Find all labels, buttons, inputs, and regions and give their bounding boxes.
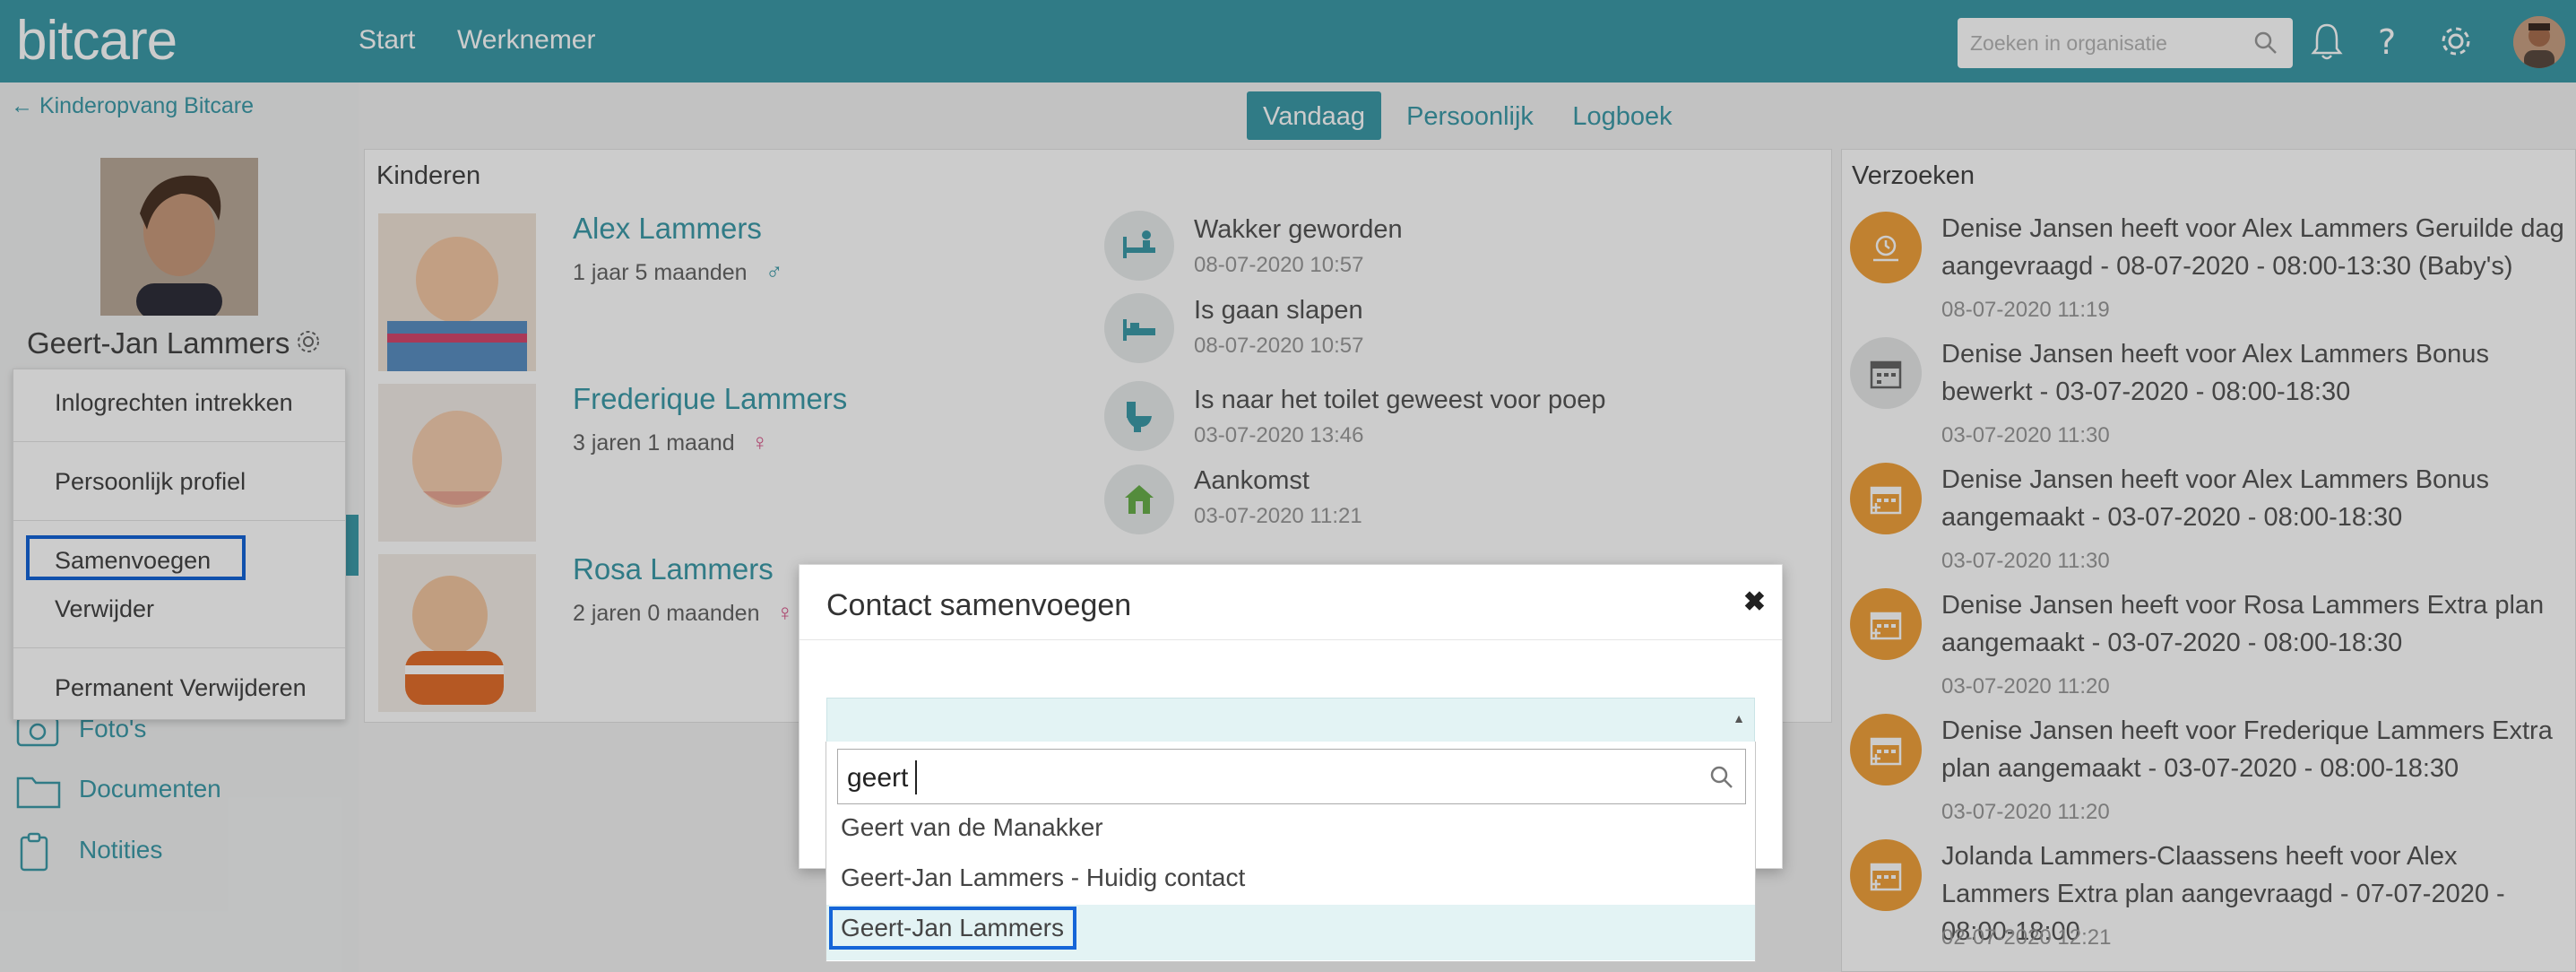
request-time: 03-07-2020 11:20	[1941, 800, 2110, 824]
child-age-rosa: 2 jaren 0 maanden	[573, 601, 760, 626]
request-text[interactable]: Denise Jansen heeft voor Alex Lammers Ge…	[1941, 210, 2569, 285]
activity-icon	[1104, 464, 1174, 534]
bitcare-logo[interactable]: bitcare	[16, 9, 177, 73]
activity-time: 03-07-2020 11:21	[1194, 504, 1362, 528]
kinderen-title: Kinderen	[376, 161, 481, 190]
activity-icon	[1104, 293, 1174, 363]
search-placeholder: Zoeken in organisatie	[1970, 31, 2167, 55]
samenvoegen-highlight-box	[26, 535, 246, 580]
clock-swap-icon	[1873, 235, 1898, 262]
request-icon	[1850, 337, 1922, 409]
calendar-edit-icon	[1870, 360, 1902, 389]
contact-search-value: geert	[847, 763, 909, 793]
request-time: 03-07-2020 11:30	[1941, 549, 2110, 573]
settings-gear-icon[interactable]	[2436, 22, 2476, 61]
request-icon	[1850, 839, 1922, 911]
request-icon	[1850, 463, 1922, 534]
search-icon	[2254, 31, 2277, 54]
child-name-rosa[interactable]: Rosa Lammers	[573, 552, 774, 586]
menu-item-permanent-verwijderen[interactable]: Permanent Verwijderen	[55, 674, 307, 702]
menu-item-persoonlijk-profiel[interactable]: Persoonlijk profiel	[55, 468, 246, 496]
nav-start[interactable]: Start	[359, 25, 415, 56]
male-icon: ♂	[765, 258, 783, 285]
contact-search-input[interactable]: geert	[837, 749, 1746, 804]
help-icon[interactable]: ?	[2375, 22, 2402, 61]
folder-icon	[16, 777, 61, 809]
close-icon[interactable]: ✖	[1743, 586, 1766, 618]
menu-divider	[13, 647, 345, 648]
calendar-add-icon	[1870, 737, 1902, 766]
text-caret	[915, 760, 917, 794]
activity-title: Aankomst	[1194, 466, 1310, 495]
child-photo-frederique	[378, 384, 536, 542]
option-geert-van-de-manakker[interactable]: Geert van de Manakker	[841, 813, 1103, 842]
active-indicator	[346, 515, 359, 576]
activity-title: Wakker geworden	[1194, 215, 1403, 244]
request-text[interactable]: Denise Jansen heeft voor Alex Lammers Bo…	[1941, 335, 2569, 411]
activity-title: Is gaan slapen	[1194, 296, 1363, 325]
activity-time: 08-07-2020 10:57	[1194, 253, 1364, 277]
house-icon	[1125, 485, 1154, 514]
tab-logboek[interactable]: Logboek	[1560, 91, 1685, 140]
request-icon	[1850, 588, 1922, 660]
user-avatar[interactable]	[2513, 16, 2565, 68]
child-age-frederique: 3 jaren 1 maand	[573, 430, 735, 456]
activity-time: 03-07-2020 13:46	[1194, 423, 1364, 447]
request-icon	[1850, 212, 1922, 283]
bed-icon	[1123, 319, 1155, 341]
female-icon: ♀	[751, 429, 769, 456]
nav-werknemer[interactable]: Werknemer	[457, 25, 595, 56]
request-text[interactable]: Denise Jansen heeft voor Alex Lammers Bo…	[1941, 461, 2569, 536]
calendar-add-icon	[1870, 612, 1902, 640]
request-time: 02-07-2020 12:21	[1941, 925, 2112, 950]
bed-person-icon	[1123, 230, 1155, 258]
tab-vandaag[interactable]: Vandaag	[1247, 91, 1381, 140]
profile-name: Geert-Jan Lammers	[27, 326, 290, 360]
child-photo-rosa	[378, 554, 536, 712]
organisation-search-input[interactable]: Zoeken in organisatie	[1958, 18, 2293, 68]
option-geert-jan-lammers-huidig[interactable]: Geert-Jan Lammers - Huidig contact	[841, 864, 1245, 892]
request-time: 08-07-2020 11:19	[1941, 298, 2110, 322]
contact-select[interactable]: ▲	[826, 698, 1755, 742]
request-text[interactable]: Denise Jansen heeft voor Frederique Lamm…	[1941, 712, 2569, 787]
bell-icon[interactable]	[2311, 22, 2343, 61]
request-time: 03-07-2020 11:30	[1941, 423, 2110, 447]
calendar-add-icon	[1870, 863, 1902, 891]
activity-icon	[1104, 381, 1174, 451]
svg-text:?: ?	[2378, 22, 2396, 61]
request-text[interactable]: Denise Jansen heeft voor Rosa Lammers Ex…	[1941, 586, 2569, 662]
activity-title: Is naar het toilet geweest voor poep	[1194, 386, 1606, 414]
chevron-up-icon: ▲	[1733, 711, 1745, 725]
activity-time: 08-07-2020 10:57	[1194, 334, 1364, 358]
female-icon: ♀	[776, 599, 794, 626]
modal-divider	[800, 639, 1782, 640]
modal-title: Contact samenvoegen	[826, 588, 1132, 622]
profile-photo	[100, 158, 258, 316]
child-photo-alex	[378, 213, 536, 371]
child-age-alex: 1 jaar 5 maanden	[573, 260, 748, 285]
option-highlight-box	[829, 907, 1076, 950]
child-name-alex[interactable]: Alex Lammers	[573, 212, 762, 246]
toilet-icon	[1127, 402, 1152, 432]
search-icon	[1710, 766, 1733, 788]
calendar-add-icon	[1870, 486, 1902, 515]
activity-icon	[1104, 211, 1174, 281]
request-time: 03-07-2020 11:20	[1941, 674, 2110, 699]
top-bar: bitcare Start Werknemer Zoeken in organi…	[0, 0, 2576, 82]
menu-divider	[13, 520, 345, 521]
menu-divider	[13, 441, 345, 442]
verzoeken-title: Verzoeken	[1852, 161, 1975, 190]
tab-persoonlijk[interactable]: Persoonlijk	[1398, 91, 1542, 140]
back-link[interactable]: ← Kinderopvang Bitcare	[11, 93, 254, 119]
profile-settings-icon[interactable]	[294, 327, 323, 356]
child-name-frederique[interactable]: Frederique Lammers	[573, 382, 847, 416]
menu-item-verwijder[interactable]: Verwijder	[55, 595, 154, 623]
clipboard-icon	[20, 832, 48, 872]
menu-item-inlogrechten-intrekken[interactable]: Inlogrechten intrekken	[55, 389, 293, 417]
request-icon	[1850, 714, 1922, 785]
